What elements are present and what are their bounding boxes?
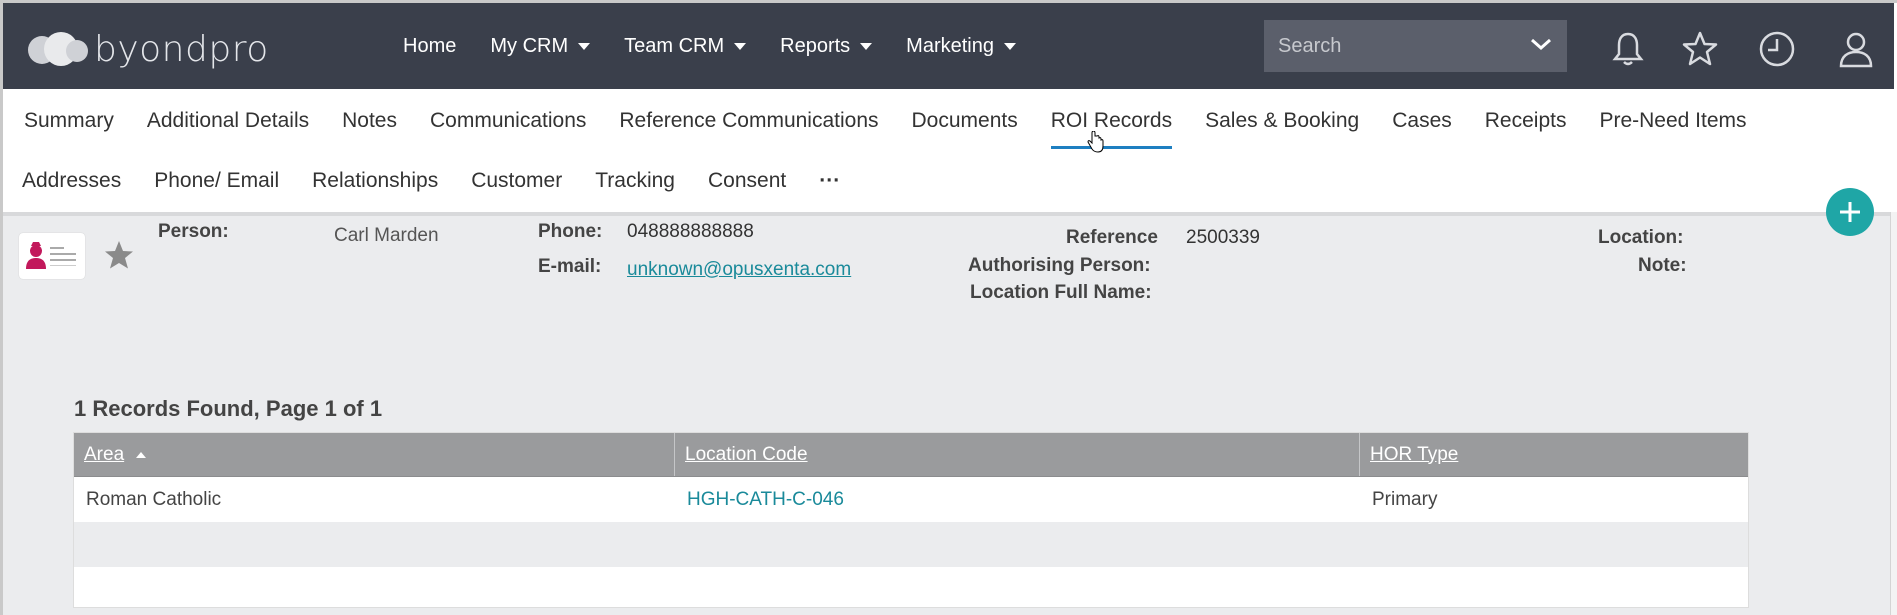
tab-label: Consent: [707, 169, 787, 192]
tab-roi-records[interactable]: ROI Records: [1050, 91, 1173, 151]
reference-value: 2500339: [1186, 227, 1260, 248]
tab-receipts[interactable]: Receipts: [1485, 91, 1567, 151]
user-icon[interactable]: [1836, 29, 1876, 69]
nav-my-crm-label: My CRM: [490, 34, 569, 57]
top-nav-bar: byondpro Home My CRM Team CRM Reports Ma…: [3, 3, 1894, 89]
tab-cases[interactable]: Cases: [1392, 91, 1452, 151]
table-row[interactable]: Roman Catholic HGH-CATH-C-046 Primary: [74, 477, 1748, 522]
roi-records-table: Area Location Code HOR Type Roman Cathol…: [73, 432, 1749, 608]
note-label: Note:: [1638, 255, 1687, 276]
brand-name: byondpro: [94, 29, 269, 70]
tab-label: Cases: [1392, 109, 1452, 132]
tab-documents[interactable]: Documents: [912, 91, 1018, 151]
caret-down-icon: [1003, 42, 1016, 50]
tab-label: Documents: [911, 109, 1018, 132]
person-value: Carl Marden: [334, 225, 439, 246]
record-tabs-row-1: Summary Additional Details Notes Communi…: [24, 91, 1780, 151]
nav-marketing[interactable]: Marketing: [906, 35, 1016, 58]
caret-down-icon: [578, 42, 591, 50]
main-nav: Home My CRM Team CRM Reports Marketing: [403, 3, 1050, 89]
nav-team-crm-label: Team CRM: [624, 34, 725, 57]
search-box: [1264, 20, 1567, 72]
tab-relationships[interactable]: Relationships: [312, 151, 438, 211]
bell-icon[interactable]: [1608, 29, 1648, 69]
column-header-area[interactable]: Area: [74, 433, 675, 476]
tab-additional-details[interactable]: Additional Details: [147, 91, 309, 151]
caret-down-icon: [734, 42, 747, 50]
location-full-name-label: Location Full Name:: [970, 282, 1152, 303]
tab-label: Summary: [24, 109, 114, 132]
hand-cursor-icon: [1087, 131, 1104, 153]
table-footer-space: [74, 567, 1748, 607]
tab-addresses[interactable]: Addresses: [22, 151, 121, 211]
tab-pre-need-items[interactable]: Pre-Need Items: [1599, 91, 1746, 151]
tab-customer[interactable]: Customer: [471, 151, 562, 211]
clock-icon[interactable]: [1757, 29, 1797, 69]
more-tabs-button[interactable]: ···: [819, 151, 840, 211]
column-header-label: Area: [84, 443, 125, 465]
phone-value: 048888888888: [627, 221, 754, 242]
chevron-down-icon[interactable]: [1529, 32, 1553, 56]
email-link[interactable]: unknown@opusxenta.com: [627, 259, 851, 281]
table-row-empty: [74, 522, 1748, 567]
nav-home-label: Home: [403, 34, 457, 57]
logo-circles-icon: [28, 31, 90, 68]
tab-label: ROI Records: [1050, 109, 1173, 132]
column-header-label: HOR Type: [1370, 443, 1459, 465]
nav-my-crm[interactable]: My CRM: [490, 34, 591, 58]
record-tabs-row-2: Addresses Phone/ Email Relationships Cus…: [22, 151, 873, 211]
records-found-text: 1 Records Found, Page 1 of 1: [74, 396, 383, 421]
reference-label: Reference: [1066, 227, 1158, 248]
email-label: E-mail:: [538, 256, 602, 277]
tab-reference-communications[interactable]: Reference Communications: [619, 91, 878, 151]
tab-label: Pre-Need Items: [1599, 109, 1747, 132]
nav-reports[interactable]: Reports: [780, 34, 873, 58]
tab-label: Communications: [429, 109, 587, 132]
tab-sales-booking[interactable]: Sales & Booking: [1205, 91, 1359, 151]
cell-area: Roman Catholic: [86, 488, 222, 510]
tab-tracking[interactable]: Tracking: [595, 151, 675, 211]
tab-label: Tracking: [595, 169, 675, 192]
tab-label: Phone/ Email: [154, 169, 280, 192]
tab-notes[interactable]: Notes: [342, 91, 397, 151]
tab-label: Receipts: [1484, 109, 1567, 132]
brand-logo[interactable]: byondpro: [28, 29, 269, 70]
cell-location-code-link[interactable]: HGH-CATH-C-046: [675, 489, 1360, 511]
vertical-scrollbar[interactable]: [1890, 212, 1897, 615]
add-button[interactable]: [1826, 188, 1874, 236]
favourite-star-icon[interactable]: [102, 238, 136, 272]
search-input[interactable]: [1264, 34, 1514, 58]
contact-card-icon: [19, 233, 85, 279]
authorising-person-label: Authorising Person:: [968, 255, 1151, 276]
tab-label: Relationships: [312, 169, 439, 192]
location-label: Location:: [1598, 227, 1684, 248]
tab-communications[interactable]: Communications: [430, 91, 586, 151]
tab-label: Notes: [342, 109, 397, 132]
tab-phone-email[interactable]: Phone/ Email: [154, 151, 279, 211]
tab-label: Sales & Booking: [1205, 109, 1360, 132]
nav-team-crm[interactable]: Team CRM: [624, 34, 747, 58]
tab-summary[interactable]: Summary: [24, 91, 114, 151]
sort-ascending-icon: [136, 451, 147, 458]
column-header-location-code[interactable]: Location Code: [675, 433, 1360, 476]
phone-label: Phone:: [538, 221, 603, 242]
caret-down-icon: [860, 42, 873, 50]
star-icon[interactable]: [1680, 29, 1720, 69]
cell-hor-type: Primary: [1372, 488, 1438, 510]
nav-reports-label: Reports: [780, 34, 851, 57]
tab-label: Reference Communications: [619, 109, 879, 132]
more-icon: ···: [819, 169, 841, 192]
tab-consent[interactable]: Consent: [708, 151, 786, 211]
plus-icon: [1840, 202, 1860, 222]
nav-marketing-label: Marketing: [906, 34, 994, 57]
column-header-hor-type[interactable]: HOR Type: [1360, 433, 1748, 476]
tab-label: Additional Details: [146, 109, 310, 132]
table-header: Area Location Code HOR Type: [74, 433, 1748, 477]
column-header-label: Location Code: [685, 443, 808, 465]
tab-label: Customer: [471, 169, 563, 192]
tab-label: Addresses: [22, 169, 122, 192]
nav-home[interactable]: Home: [403, 35, 456, 58]
person-label: Person:: [158, 221, 229, 242]
